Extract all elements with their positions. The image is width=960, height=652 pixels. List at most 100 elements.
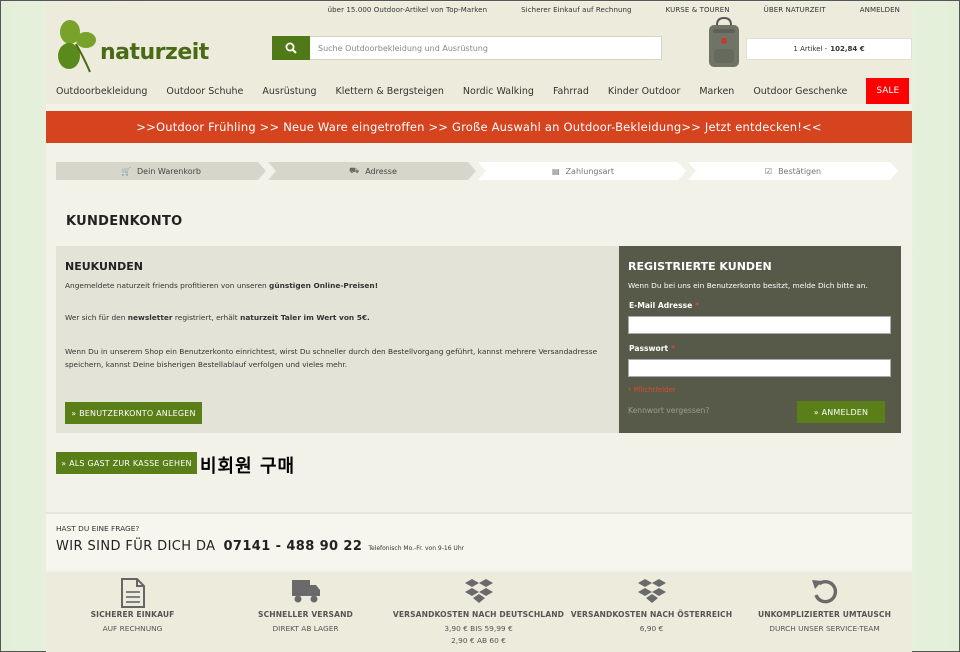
create-account-button[interactable]: » BENUTZERKONTO ANLEGEN <box>65 402 202 424</box>
step-cart-label: Dein Warenkorb <box>137 166 201 176</box>
cart-icon: 🛒 <box>121 166 132 176</box>
cart-total: 102,84 € <box>830 45 865 53</box>
top-link-about[interactable]: ÜBER NATURZEIT <box>764 6 826 14</box>
checkout-page: über 15.000 Outdoor-Artikel von Top-Mark… <box>46 2 912 652</box>
site-header: über 15.000 Outdoor-Artikel von Top-Mark… <box>46 2 912 104</box>
cart-count: 1 Artikel - <box>793 45 828 53</box>
feature-subtitle: 3,90 € BIS 59,99 € <box>444 624 513 633</box>
top-links: über 15.000 Outdoor-Artikel von Top-Mark… <box>294 6 900 14</box>
credit-card-icon: ▤ <box>552 166 560 176</box>
cart-summary[interactable]: 1 Artikel - 102,84 € <box>746 38 912 60</box>
text-bold: günstigen Online-Preisen! <box>269 281 379 290</box>
nav-outdoor-schuhe[interactable]: Outdoor Schuhe <box>166 86 243 97</box>
registered-title: REGISTRIERTE KUNDEN <box>628 260 772 273</box>
email-field[interactable] <box>628 316 891 334</box>
step-confirm: ☑ Bestätigen <box>688 162 898 180</box>
guest-purchase-annotation: 비회원 구매 <box>200 456 296 477</box>
box-icon <box>637 579 666 603</box>
feature-subtitle: 6,90 € <box>639 624 664 633</box>
text-fragment: Wer sich für den <box>65 313 128 322</box>
email-label-text: E-Mail Adresse <box>629 301 693 310</box>
feature-easy-exchange: UNKOMPLIZIERTER UMTAUSCH DURCH UNSER SER… <box>738 572 911 652</box>
nav-sale[interactable]: SALE <box>866 78 910 104</box>
new-customers-text-2: Wer sich für den newsletter registriert,… <box>65 313 370 322</box>
new-customers-text-3: Wenn Du in unserem Shop ein Benutzerkont… <box>65 347 598 369</box>
truck-icon <box>291 580 320 603</box>
step-address-label: Adresse <box>365 166 397 176</box>
new-customers-title: NEUKUNDEN <box>65 260 143 273</box>
step-address: ⛟ Adresse <box>268 162 478 180</box>
main-nav: Outdoorbekleidung Outdoor Schuhe Ausrüst… <box>56 78 910 104</box>
search-bar <box>272 35 662 60</box>
checkbox-icon: ☑ <box>764 166 773 176</box>
email-label: E-Mail Adresse * <box>629 301 699 310</box>
contact-headline: WIR SIND FÜR DICH DA <box>56 539 216 554</box>
login-button[interactable]: » ANMELDEN <box>797 401 885 423</box>
promo-banner[interactable]: >>Outdoor Frühling >> Neue Ware eingetro… <box>46 111 912 143</box>
feature-shipping-austria: VERSANDKOSTEN NACH ÖSTERREICH 6,90 € <box>565 572 738 652</box>
feature-subtitle-2: 2,90 € AB 60 € <box>451 636 506 645</box>
top-link-invoice[interactable]: Sicherer Einkauf auf Rechnung <box>521 6 631 14</box>
nav-outdoor-geschenke[interactable]: Outdoor Geschenke <box>753 86 847 97</box>
top-link-login[interactable]: ANMELDEN <box>860 6 900 14</box>
new-customers-text-1: Angemeldete naturzeit friends profitiere… <box>65 281 378 290</box>
feature-title: SICHERER EINKAUF <box>90 610 175 619</box>
guest-checkout-button[interactable]: » ALS GAST ZUR KASSE GEHEN <box>56 452 197 474</box>
logo-wordmark: naturzeit <box>100 40 209 65</box>
return-icon <box>811 579 837 604</box>
required-note: * Pflichtfelder <box>628 386 676 394</box>
feature-title: SCHNELLER VERSAND <box>258 610 353 619</box>
document-icon <box>120 578 145 608</box>
box-icon <box>464 579 493 603</box>
nav-marken[interactable]: Marken <box>699 86 734 97</box>
password-field[interactable] <box>628 359 891 377</box>
nav-ausruestung[interactable]: Ausrüstung <box>262 86 316 97</box>
registered-description: Wenn Du bei uns ein Benutzerkonto besitz… <box>628 281 868 290</box>
text-bold: naturzeit Taler im Wert von 5€. <box>240 313 370 322</box>
top-link-articles[interactable]: über 15.000 Outdoor-Artikel von Top-Mark… <box>328 6 488 14</box>
feature-secure-purchase: SICHERER EINKAUF AUF RECHNUNG <box>46 572 219 652</box>
contact-question: HAST DU EINE FRAGE? <box>56 524 140 533</box>
step-cart: 🛒 Dein Warenkorb <box>56 162 266 180</box>
top-link-courses[interactable]: KURSE & TOUREN <box>666 6 730 14</box>
leaf-logo-icon <box>58 20 96 73</box>
contact-phone[interactable]: 07141 - 488 90 22 <box>223 539 362 554</box>
required-mark: * <box>671 344 676 353</box>
new-customers-panel: NEUKUNDEN Angemeldete naturzeit friends … <box>56 246 619 433</box>
feature-subtitle: AUF RECHNUNG <box>102 624 163 633</box>
nav-outdoorbekleidung[interactable]: Outdoorbekleidung <box>56 86 147 97</box>
text-bold: newsletter <box>127 313 173 322</box>
feature-title: UNKOMPLIZIERTER UMTAUSCH <box>757 610 892 619</box>
contact-section: HAST DU EINE FRAGE? WIR SIND FÜR DICH DA… <box>46 512 912 570</box>
nav-kinder-outdoor[interactable]: Kinder Outdoor <box>608 86 680 97</box>
password-label: Passwort * <box>629 344 675 353</box>
step-confirm-label: Bestätigen <box>778 166 822 176</box>
backpack-icon[interactable] <box>706 17 742 69</box>
site-logo[interactable]: naturzeit <box>56 18 209 74</box>
text-fragment: registriert, erhält <box>172 313 241 322</box>
contact-headline-row: WIR SIND FÜR DICH DA 07141 - 488 90 22 T… <box>56 539 464 554</box>
truck-small-icon: ⛟ <box>349 166 360 175</box>
registered-customers-panel: REGISTRIERTE KUNDEN Wenn Du bei uns ein … <box>619 246 901 433</box>
nav-nordic-walking[interactable]: Nordic Walking <box>463 86 534 97</box>
contact-hours: Telefonisch Mo.-Fr. von 9-16 Uhr <box>368 545 465 552</box>
search-button[interactable] <box>272 35 310 60</box>
features-bar: SICHERER EINKAUF AUF RECHNUNG SCHNELLER … <box>46 572 912 652</box>
step-payment: ▤ Zahlungsart <box>478 162 688 180</box>
feature-shipping-germany: VERSANDKOSTEN NACH DEUTSCHLAND 3,90 € BI… <box>392 572 565 652</box>
feature-fast-shipping: SCHNELLER VERSAND DIREKT AB LAGER <box>219 572 392 652</box>
feature-subtitle: DURCH UNSER SERVICE-TEAM <box>769 624 880 633</box>
checkout-steps: 🛒 Dein Warenkorb ⛟ Adresse ▤ Zahlungsart… <box>56 162 898 180</box>
nav-klettern[interactable]: Klettern & Bergsteigen <box>336 86 444 97</box>
feature-title: VERSANDKOSTEN NACH ÖSTERREICH <box>570 610 733 619</box>
feature-title: VERSANDKOSTEN NACH DEUTSCHLAND <box>392 610 565 619</box>
search-input[interactable] <box>310 37 661 59</box>
step-payment-label: Zahlungsart <box>565 166 614 176</box>
feature-subtitle: DIREKT AB LAGER <box>272 624 339 633</box>
password-label-text: Passwort <box>629 344 669 353</box>
search-icon <box>285 42 297 54</box>
nav-fahrrad[interactable]: Fahrrad <box>553 86 589 97</box>
page-title: KUNDENKONTO <box>66 214 183 229</box>
required-mark: * <box>695 301 700 310</box>
forgot-password-link[interactable]: Kennwort vergessen? <box>628 406 709 415</box>
